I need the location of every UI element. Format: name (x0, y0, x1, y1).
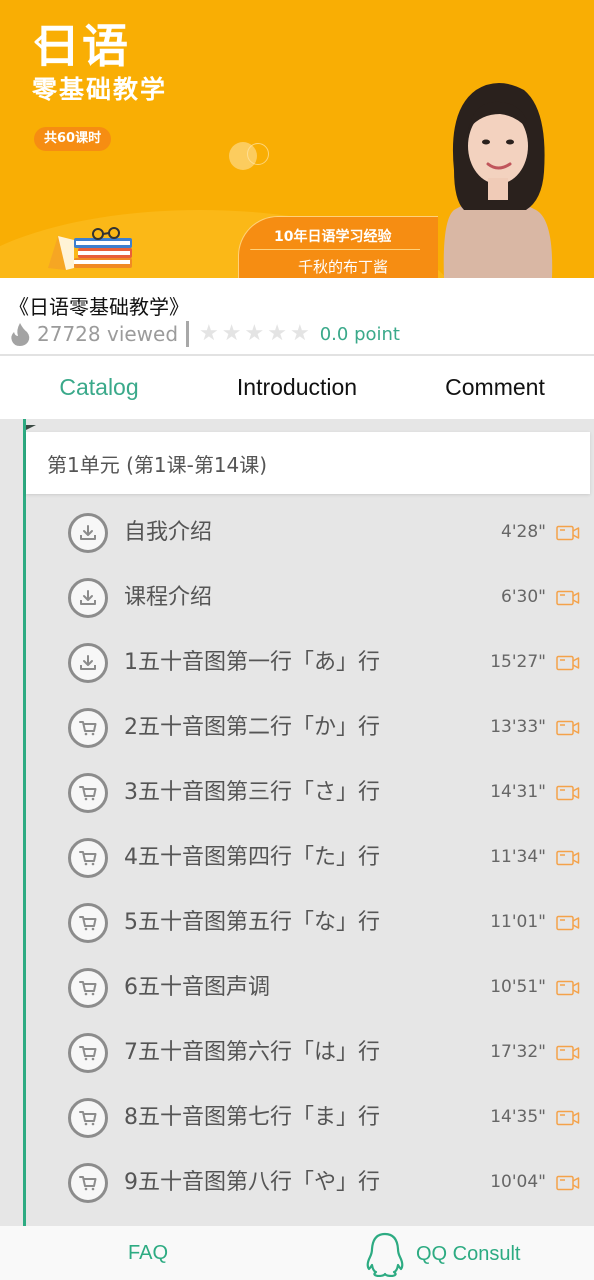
tab-bar: Catalog Introduction Comment (0, 356, 594, 419)
lesson-item[interactable]: 3五十音图第三行「さ」行 14'31" (26, 760, 594, 825)
video-camera-icon (556, 525, 580, 541)
lesson-item[interactable]: 8五十音图第七行「ま」行 14'35" (26, 1085, 594, 1150)
lesson-title: 1五十音图第一行「あ」行 (124, 650, 380, 675)
cart-icon[interactable] (68, 1098, 108, 1138)
teacher-portrait (443, 83, 553, 278)
meta-divider (186, 321, 190, 347)
video-camera-icon (556, 590, 580, 606)
video-camera-icon (556, 850, 580, 866)
lesson-duration: 14'31" (490, 782, 546, 802)
banner-subtitle: 零基础教学 (32, 75, 168, 104)
lesson-duration: 6'30" (501, 587, 546, 607)
cart-icon[interactable] (68, 968, 108, 1008)
video-camera-icon (556, 720, 580, 736)
video-camera-icon (556, 1110, 580, 1126)
cart-icon[interactable] (68, 1163, 108, 1203)
star-icon: ★ (289, 321, 310, 346)
video-camera-icon (556, 980, 580, 996)
lesson-item[interactable]: 2五十音图第二行「か」行 13'33" (26, 695, 594, 760)
star-icon: ★ (221, 321, 242, 346)
rating-stars: ★ ★ ★ ★ ★ (199, 321, 310, 347)
lesson-title: 6五十音图声调 (124, 975, 270, 1000)
qq-consult-label: QQ Consult (416, 1242, 521, 1265)
view-count: 27728 viewed (37, 322, 179, 346)
bubble-outline-decoration (247, 143, 269, 165)
course-meta: 27728 viewed ★ ★ ★ ★ ★ 0.0 point (9, 321, 400, 347)
lesson-duration: 14'35" (490, 1107, 546, 1127)
cart-icon[interactable] (68, 1033, 108, 1073)
qq-penguin-icon (366, 1232, 404, 1277)
star-icon: ★ (199, 321, 219, 346)
lesson-item[interactable]: 6五十音图声调 10'51" (26, 955, 594, 1020)
lesson-title: 课程介绍 (124, 585, 213, 610)
lesson-duration: 15'27" (490, 652, 546, 672)
bottom-bar: FAQ QQ Consult (0, 1226, 594, 1280)
star-icon: ★ (267, 321, 287, 346)
flame-icon (11, 323, 30, 346)
lesson-title: 2五十音图第二行「か」行 (124, 715, 380, 740)
course-info: 《日语零基础教学》 27728 viewed ★ ★ ★ ★ ★ 0.0 poi… (0, 278, 594, 356)
teacher-name: 千秋的布丁酱 (298, 258, 389, 276)
catalog-list[interactable]: 第1单元 (第1课-第14课) 自我介绍 4'28" 课程介绍 6'30" 1五十音图第… (0, 419, 594, 1226)
lesson-item[interactable]: 课程介绍 6'30" (26, 565, 594, 630)
video-camera-icon (556, 785, 580, 801)
cart-icon[interactable] (68, 838, 108, 878)
lesson-item[interactable]: 自我介绍 4'28" (26, 500, 594, 565)
books-illustration-icon (48, 227, 132, 270)
video-camera-icon (556, 1045, 580, 1061)
unit-header[interactable]: 第1单元 (第1课-第14课) (26, 432, 590, 494)
lesson-item[interactable]: 9五十音图第八行「や」行 10'04" (26, 1150, 594, 1215)
lesson-item[interactable]: 1五十音图第一行「あ」行 15'27" (26, 630, 594, 695)
cart-icon[interactable] (68, 903, 108, 943)
video-camera-icon (556, 915, 580, 931)
lesson-title: 4五十音图第四行「た」行 (124, 845, 380, 870)
download-icon[interactable] (68, 643, 108, 683)
course-title: 《日语零基础教学》 (9, 295, 189, 319)
download-icon[interactable] (68, 513, 108, 553)
back-button[interactable] (26, 22, 58, 62)
tab-introduction[interactable]: Introduction (198, 356, 396, 419)
lesson-duration: 17'32" (490, 1042, 546, 1062)
video-camera-icon (556, 1175, 580, 1191)
lesson-title: 5五十音图第五行「な」行 (124, 910, 380, 935)
lesson-duration: 11'34" (490, 847, 546, 867)
course-banner: 日语 零基础教学 共60课时 10年日语学习经验 千秋的布丁酱 (0, 0, 594, 278)
lesson-duration: 13'33" (490, 717, 546, 737)
lesson-duration: 4'28" (501, 522, 546, 542)
qq-consult-button[interactable]: QQ Consult (364, 1230, 520, 1278)
hours-badge: 共60课时 (34, 127, 112, 151)
download-icon[interactable] (68, 578, 108, 618)
teacher-experience: 10年日语学习经验 (274, 229, 392, 245)
lesson-title: 自我介绍 (124, 520, 213, 545)
experience-divider (250, 249, 420, 250)
lesson-title: 8五十音图第七行「ま」行 (124, 1105, 380, 1130)
video-camera-icon (556, 655, 580, 671)
lesson-item[interactable]: 4五十音图第四行「た」行 11'34" (26, 825, 594, 890)
back-arrow-icon (34, 32, 47, 52)
lesson-title: 3五十音图第三行「さ」行 (124, 780, 380, 805)
lesson-title: 7五十音图第六行「は」行 (124, 1040, 380, 1065)
cart-icon[interactable] (68, 773, 108, 813)
lesson-item[interactable]: 7五十音图第六行「は」行 17'32" (26, 1020, 594, 1085)
lesson-duration: 10'04" (490, 1172, 546, 1192)
rating-score: 0.0 point (319, 323, 400, 345)
lesson-item[interactable]: 5五十音图第五行「な」行 11'01" (26, 890, 594, 955)
tab-comment[interactable]: Comment (396, 356, 594, 419)
tab-catalog[interactable]: Catalog (0, 356, 198, 419)
lesson-duration: 10'51" (490, 977, 546, 997)
cart-icon[interactable] (68, 708, 108, 748)
faq-button[interactable]: FAQ (128, 1226, 168, 1280)
lesson-duration: 11'01" (490, 912, 546, 932)
timeline-marker (26, 425, 36, 430)
lesson-title: 9五十音图第八行「や」行 (124, 1170, 380, 1195)
star-icon: ★ (244, 321, 265, 346)
